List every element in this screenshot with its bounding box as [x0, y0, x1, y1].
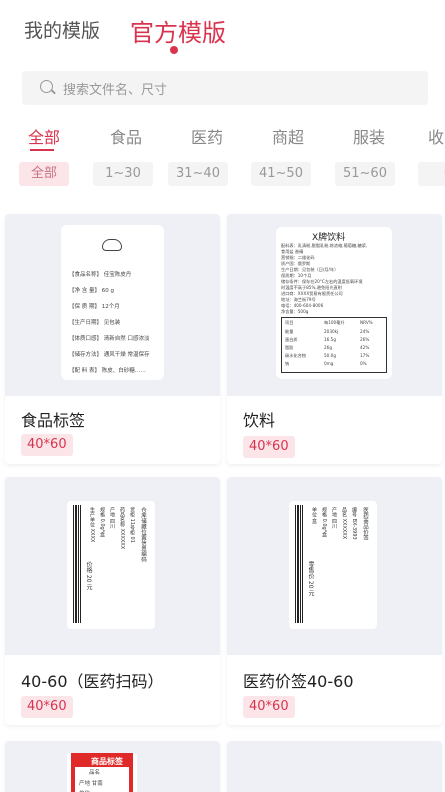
tab-official-templates[interactable]: 官方模版 — [130, 13, 226, 48]
preview-text: 产地 四川 — [109, 507, 115, 529]
template-card[interactable]: 仓库储藏位置信息编码 货柜 11号柜 01 药品名称 XXXXXX 产地 四川 … — [5, 477, 220, 725]
template-name: 食品标签 — [21, 411, 86, 430]
template-size-badge: 40*60 — [243, 436, 295, 458]
label-preview: 医药商品价签 编号 BX-3993 品名 XXXXXX 产地 四川 规格 0.0… — [289, 501, 377, 629]
preview-text: 【生产日期】 见包装 — [69, 320, 121, 326]
preview-text: 【保 质 期】 12个月 — [69, 304, 120, 310]
search-placeholder: 搜索文件名、尺寸 — [63, 83, 168, 98]
preview-title: X牌饮料 — [312, 233, 346, 243]
nutrition-cell: 0% — [360, 361, 367, 366]
preview-text: 零售价 20 元 — [307, 561, 314, 597]
nutrition-table: 项目 每100毫升 NRV% 能量 2030kj 24% 蛋白质 16.5g 2… — [281, 317, 387, 373]
template-card[interactable]: 医药商品价签 编号 BX-3993 品名 XXXXXX 产地 四川 规格 0.0… — [227, 477, 442, 725]
template-card[interactable]: 【食品名称】 佳宝陈皮丹 【净 含 量】 60 g 【保 质 期】 12个月 【… — [5, 214, 220, 464]
template-size-badge: 40*60 — [21, 434, 73, 456]
category-tab-food[interactable]: 食品 — [110, 124, 142, 148]
preview-text: 【储存方法】 通风干燥 常温保存 — [69, 352, 150, 358]
template-thumbnail: 仓库储藏位置信息编码 货柜 11号柜 01 药品名称 XXXXXX 产地 四川 … — [5, 477, 220, 655]
template-thumbnail: 【食品名称】 佳宝陈皮丹 【净 含 量】 60 g 【保 质 期】 12个月 【… — [5, 214, 220, 396]
size-filter-41-50[interactable]: 41~50 — [251, 162, 311, 186]
nutrition-cell: 17% — [360, 353, 370, 358]
nutrition-cell: 26g — [324, 345, 332, 350]
preview-text: 品名 — [89, 770, 101, 776]
category-tabs: 全部 食品 医药 商超 服装 收 — [0, 122, 445, 150]
nutrition-header: NRV% — [360, 320, 373, 325]
preview-title: 商品标签 — [91, 757, 123, 766]
template-thumbnail — [227, 741, 442, 792]
nutrition-cell: 2030kj — [324, 329, 339, 334]
top-tab-bar: 我的模版 官方模版 — [0, 0, 445, 62]
size-filter-1-30[interactable]: 1~30 — [93, 162, 153, 186]
label-preview: 【食品名称】 佳宝陈皮丹 【净 含 量】 60 g 【保 质 期】 12个月 【… — [61, 225, 164, 380]
preview-text: 规格 0.0g*盒 — [321, 507, 327, 538]
template-card[interactable] — [227, 741, 442, 792]
preview-text: 产地 甘南 — [79, 781, 103, 787]
tab-my-templates[interactable]: 我的模版 — [24, 16, 100, 43]
preview-text: 产地 四川 — [331, 507, 337, 529]
label-body: 品名 产地 甘南 单位 — [75, 767, 129, 792]
template-thumbnail: X牌饮料 配料表：乳清粉,脱脂乳粉,炼浓缩,葡萄糖,糖浆, 食用盐 香精 营销指… — [227, 214, 442, 396]
preview-text: 货柜 11号柜 01 — [129, 507, 135, 543]
template-size-badge: 40*60 — [21, 696, 73, 718]
category-tab-clothing[interactable]: 服装 — [353, 124, 385, 148]
preview-text: 编号 BX-3993 — [351, 507, 357, 540]
category-tab-all[interactable]: 全部 — [28, 124, 60, 148]
preview-text: 价格 20 元 — [85, 561, 92, 591]
label-preview: 商品标签 品名 产地 甘南 单位 — [67, 753, 137, 792]
size-filter-bar: 全部 1~30 31~40 41~50 51~60 6 — [0, 162, 445, 186]
template-grid: 【食品名称】 佳宝陈皮丹 【净 含 量】 60 g 【保 质 期】 12个月 【… — [0, 206, 445, 792]
template-name: 40-60（医药扫码） — [21, 672, 164, 691]
nutrition-cell: 16.5g — [324, 337, 336, 342]
size-filter-more[interactable]: 6 — [418, 162, 445, 186]
template-size-badge: 40*60 — [243, 696, 295, 718]
nutrition-header: 每100毫升 — [324, 320, 345, 325]
template-thumbnail: 商品标签 品名 产地 甘南 单位 — [5, 741, 220, 792]
preview-text: 【净 含 量】 60 g — [69, 288, 114, 294]
preview-text: 【体质口感】 清新自然 口感浓淡 — [69, 336, 150, 342]
preview-text: 药品名称 XXXXXX — [119, 507, 125, 550]
size-filter-31-40[interactable]: 31~40 — [168, 162, 228, 186]
category-tab-more[interactable]: 收 — [428, 124, 444, 148]
nutrition-cell: 脂肪 — [285, 345, 294, 350]
preview-text: 规格 0.0g*盒 — [99, 507, 105, 538]
preview-text: 单位 盒 — [311, 507, 317, 524]
label-preview: 仓库储藏位置信息编码 货柜 11号柜 01 药品名称 XXXXXX 产地 四川 … — [67, 501, 155, 629]
size-filter-all[interactable]: 全部 — [19, 162, 69, 186]
category-tab-medicine[interactable]: 医药 — [191, 124, 223, 148]
nutrition-header: 项目 — [285, 320, 294, 325]
nutrition-cell: 能量 — [285, 329, 294, 334]
preview-text: 生产单位 XXXX — [89, 507, 95, 543]
preview-text: 仓库储藏位置信息编码 — [140, 507, 146, 562]
size-filter-51-60[interactable]: 51~60 — [335, 162, 395, 186]
template-name: 饮料 — [243, 411, 276, 430]
preview-text: 医药商品价签 — [362, 507, 368, 540]
template-thumbnail: 医药商品价签 编号 BX-3993 品名 XXXXXX 产地 四川 规格 0.0… — [227, 477, 442, 655]
category-active-underline — [30, 149, 54, 151]
nutrition-cell: 蛋白质 — [285, 337, 298, 342]
barcode — [73, 505, 81, 623]
nutrition-cell: 50.0g — [324, 353, 336, 358]
preview-text: 【配 料 表】 陈皮、白砂糖…… — [69, 368, 146, 374]
nutrition-cell: 26% — [360, 337, 370, 342]
preview-text: 净含量：500g — [281, 309, 309, 314]
search-icon — [40, 80, 53, 93]
nutrition-cell: 0mg — [324, 361, 334, 366]
active-tab-indicator — [170, 46, 178, 54]
template-card[interactable]: 商品标签 品名 产地 甘南 单位 — [5, 741, 220, 792]
barcode — [295, 505, 303, 623]
cloud-icon — [102, 239, 122, 251]
preview-text: 【食品名称】 佳宝陈皮丹 — [69, 272, 132, 278]
nutrition-cell: 24% — [360, 329, 370, 334]
template-card[interactable]: X牌饮料 配料表：乳清粉,脱脂乳粉,炼浓缩,葡萄糖,糖浆, 食用盐 香精 营销指… — [227, 214, 442, 464]
search-input[interactable]: 搜索文件名、尺寸 — [22, 71, 428, 105]
label-preview: X牌饮料 配料表：乳清粉,脱脂乳粉,炼浓缩,葡萄糖,糖浆, 食用盐 香精 营销指… — [276, 227, 392, 379]
nutrition-cell: 42% — [360, 345, 370, 350]
category-tab-supermarket[interactable]: 商超 — [272, 124, 304, 148]
preview-text: 品名 XXXXXX — [341, 507, 347, 540]
nutrition-cell: 钠 — [285, 361, 290, 366]
nutrition-cell: 碳水化合物 — [285, 353, 306, 358]
template-name: 医药价签40-60 — [243, 672, 354, 691]
